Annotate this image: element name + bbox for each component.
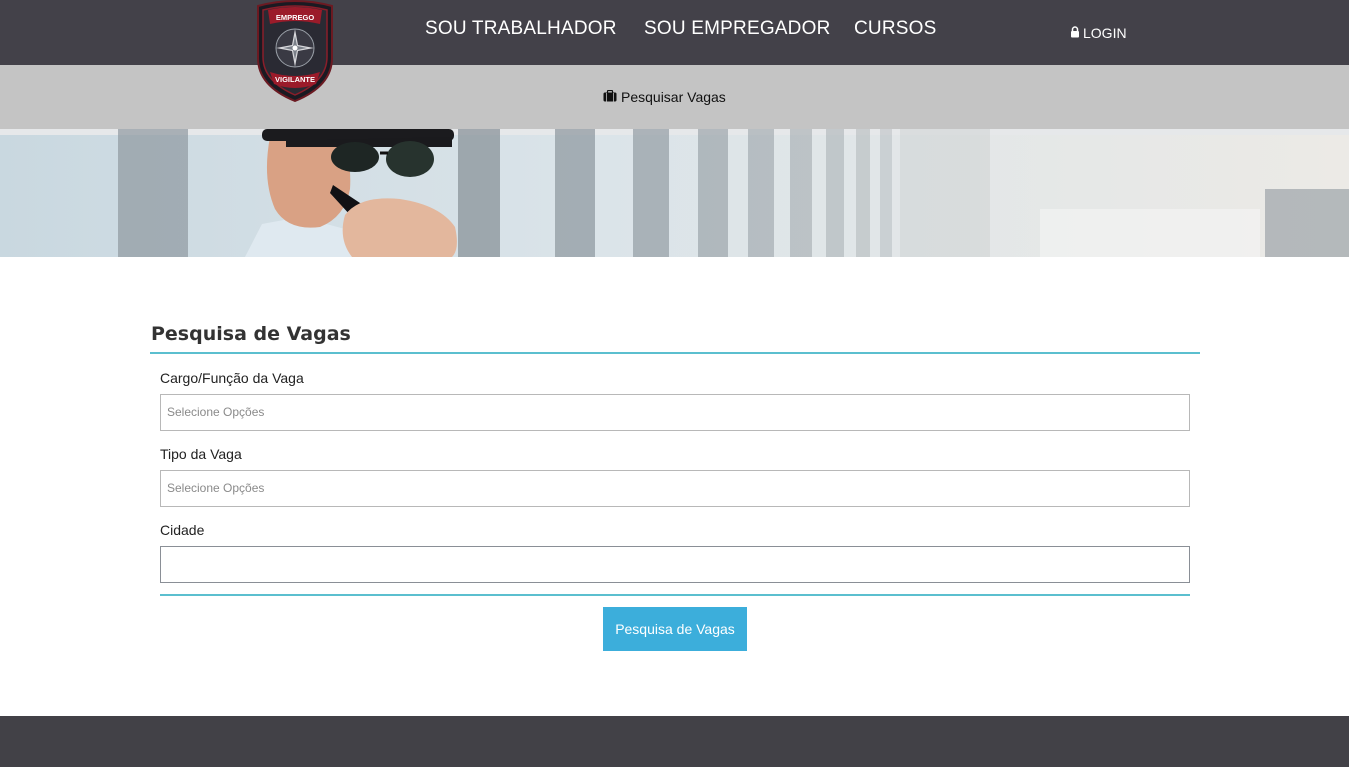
hero-banner <box>0 129 1349 257</box>
form-bottom-divider <box>160 594 1190 596</box>
sub-navbar: Pesquisar Vagas <box>0 65 1349 129</box>
nav-sou-trabalhador[interactable]: SOU TRABALHADOR <box>425 18 617 40</box>
lock-icon <box>1070 25 1080 41</box>
cargo-funcao-select[interactable]: Selecione Opções <box>160 394 1190 431</box>
briefcase-icon <box>603 89 617 105</box>
logo-top-text: EMPREGO <box>276 13 315 22</box>
pesquisa-vagas-button[interactable]: Pesquisa de Vagas <box>603 607 747 651</box>
pesquisar-vagas-link[interactable]: Pesquisar Vagas <box>603 89 726 105</box>
site-logo[interactable]: EMPREGO VIGILANTE <box>254 0 336 103</box>
cargo-funcao-label: Cargo/Função da Vaga <box>160 370 304 386</box>
nav-sou-empregador[interactable]: SOU EMPREGADOR <box>644 18 831 40</box>
job-search-form: Pesquisa de Vagas Cargo/Função da Vaga S… <box>150 316 1200 651</box>
cidade-label: Cidade <box>160 522 205 538</box>
hero-image <box>0 129 1349 257</box>
tipo-vaga-select[interactable]: Selecione Opções <box>160 470 1190 507</box>
top-navbar: SOU TRABALHADOR SOU EMPREGADOR CURSOS LO… <box>0 0 1349 65</box>
title-divider <box>150 352 1200 354</box>
form-title: Pesquisa de Vagas <box>151 323 351 345</box>
login-link[interactable]: LOGIN <box>1070 25 1127 41</box>
pesquisar-vagas-label: Pesquisar Vagas <box>621 89 726 105</box>
login-label: LOGIN <box>1083 25 1127 41</box>
nav-cursos[interactable]: CURSOS <box>854 18 937 40</box>
tipo-vaga-label: Tipo da Vaga <box>160 446 242 462</box>
cidade-input[interactable] <box>160 546 1190 583</box>
logo-bottom-text: VIGILANTE <box>275 75 315 84</box>
footer <box>0 716 1349 767</box>
